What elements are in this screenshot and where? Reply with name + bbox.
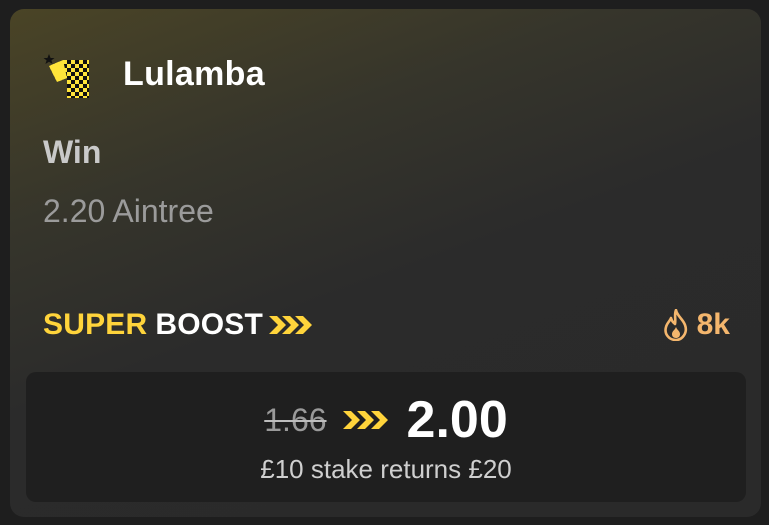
stake-returns-text: £10 stake returns £20 xyxy=(260,454,512,484)
super-boost-card[interactable]: Lulamba Win 2.20 Aintree SUPER BOOST 8k … xyxy=(10,9,761,517)
triple-chevron-right-icon xyxy=(269,316,313,334)
race-info: 2.20 Aintree xyxy=(43,193,214,229)
jockey-silks-icon xyxy=(43,54,89,98)
popularity-count: 8k xyxy=(696,308,730,341)
boost-label-super: SUPER xyxy=(43,308,148,341)
market-name: Win xyxy=(43,134,102,170)
odds-row: 1.66 2.00 xyxy=(26,391,746,449)
popularity-indicator: 8k xyxy=(663,307,730,343)
boosted-price: 2.00 xyxy=(406,391,508,449)
triple-chevron-right-icon xyxy=(342,411,388,429)
boost-label-boost: BOOST xyxy=(155,308,264,341)
flame-icon xyxy=(663,309,687,341)
horse-name: Lulamba xyxy=(123,55,265,93)
old-price: 1.66 xyxy=(264,401,327,438)
odds-panel[interactable]: 1.66 2.00 £10 stake returns £20 xyxy=(26,372,746,502)
super-boost-label: SUPER BOOST xyxy=(43,307,313,343)
